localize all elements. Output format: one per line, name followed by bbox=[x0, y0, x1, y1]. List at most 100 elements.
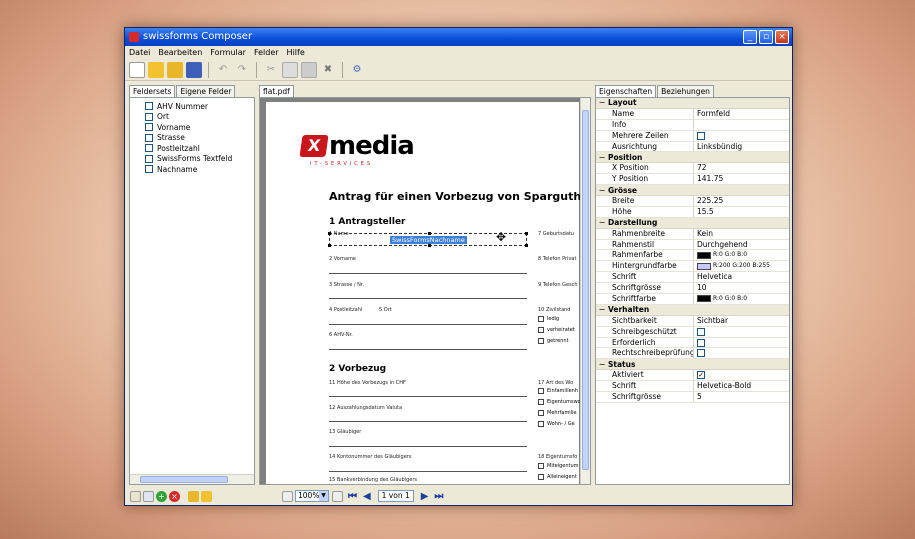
tab-feldersets[interactable]: Feldersets bbox=[129, 85, 176, 97]
group-verhalten[interactable]: − Verhalten bbox=[596, 304, 789, 316]
property-row[interactable]: Sichtbarkeit Sichtbar bbox=[596, 315, 789, 327]
group-layout[interactable]: − Layout bbox=[596, 98, 789, 109]
collapse-icon[interactable]: − bbox=[596, 98, 608, 107]
group-darstellung[interactable]: − Darstellung bbox=[596, 217, 789, 229]
scrollbar-thumb[interactable] bbox=[140, 476, 228, 483]
paste-icon[interactable] bbox=[301, 61, 317, 78]
checkbox-verheiratet[interactable]: verheiratet bbox=[538, 327, 575, 333]
list-icon[interactable] bbox=[143, 490, 154, 502]
resize-handle[interactable] bbox=[428, 244, 431, 247]
delete-icon[interactable]: ✖ bbox=[320, 62, 336, 78]
checkbox-einfamilienhaus[interactable]: Einfamilienh bbox=[538, 388, 578, 394]
checkbox-erforderlich[interactable] bbox=[697, 338, 705, 347]
tree-item-nachname[interactable]: Nachname bbox=[145, 164, 254, 175]
tree-item-swissforms-textfeld[interactable]: SwissForms Textfeld bbox=[145, 154, 254, 165]
checkbox-mehrere-zeilen[interactable] bbox=[697, 131, 705, 140]
resize-handle[interactable] bbox=[328, 232, 331, 235]
tab-beziehungen[interactable]: Beziehungen bbox=[657, 85, 714, 97]
new-document-icon[interactable] bbox=[129, 61, 145, 78]
first-page-icon[interactable]: ⏮ bbox=[348, 491, 357, 502]
property-row[interactable]: X Position 72 bbox=[596, 163, 789, 175]
last-page-icon[interactable]: ⏭ bbox=[434, 491, 443, 502]
checkbox-alleineigentum[interactable]: Alleineigent bbox=[538, 474, 577, 480]
property-row[interactable]: Breite 225.25 bbox=[596, 196, 789, 207]
prev-page-icon[interactable]: ◀ bbox=[363, 491, 371, 502]
resize-handle[interactable] bbox=[328, 244, 331, 247]
color-swatch[interactable] bbox=[697, 262, 711, 270]
copy-icon[interactable] bbox=[282, 61, 298, 78]
next-page-icon[interactable]: ▶ bbox=[421, 491, 429, 502]
tree-item-ort[interactable]: Ort bbox=[145, 112, 254, 123]
minimize-button[interactable]: _ bbox=[743, 30, 757, 44]
property-row[interactable]: Rechtschreibeprüfung bbox=[596, 348, 789, 360]
tab-eigene-felder[interactable]: Eigene Felder bbox=[176, 85, 236, 97]
property-row[interactable]: Info bbox=[596, 119, 789, 131]
save-icon[interactable] bbox=[186, 61, 202, 78]
checkbox-miteigentum[interactable]: Miteigentum bbox=[538, 463, 579, 469]
tree-item-ahv-nummer[interactable]: AHV Nummer bbox=[145, 101, 254, 112]
remove-icon[interactable]: × bbox=[169, 490, 180, 502]
property-row[interactable]: Rahmenbreite Kein bbox=[596, 228, 789, 240]
maximize-button[interactable]: ▫ bbox=[759, 30, 773, 44]
property-row[interactable]: Schriftgrösse 5 bbox=[596, 392, 789, 403]
checkbox-ledig[interactable]: ledig bbox=[538, 316, 559, 322]
property-row[interactable]: Hintergrundfarbe R:200 G:200 B:255 bbox=[596, 261, 789, 273]
resize-handle[interactable] bbox=[428, 232, 431, 235]
property-row[interactable]: Schriftfarbe R:0 G:0 B:0 bbox=[596, 294, 789, 305]
close-button[interactable]: × bbox=[775, 30, 789, 44]
collapse-icon[interactable]: − bbox=[596, 153, 608, 162]
property-row[interactable]: Schriftgrösse 10 bbox=[596, 283, 789, 295]
settings-icon[interactable]: ⚙ bbox=[349, 62, 365, 78]
horizontal-scrollbar[interactable] bbox=[130, 474, 254, 484]
menu-felder[interactable]: Felder bbox=[254, 46, 279, 59]
menu-formular[interactable]: Formular bbox=[210, 46, 246, 59]
move-icon[interactable]: ✥ bbox=[496, 230, 506, 244]
vertical-scrollbar[interactable] bbox=[580, 98, 590, 484]
cut-icon[interactable]: ✂ bbox=[263, 62, 279, 78]
checkbox-mehrfamilienhaus[interactable]: Mehrfamilie bbox=[538, 410, 577, 416]
open-folder-icon[interactable] bbox=[148, 61, 164, 78]
property-row[interactable]: Y Position 141.75 bbox=[596, 174, 789, 186]
checkbox-schreibgeschuetzt[interactable] bbox=[697, 327, 705, 336]
fit-page-icon[interactable] bbox=[332, 490, 343, 502]
property-row[interactable]: Schreibgeschützt bbox=[596, 326, 789, 338]
collapse-icon[interactable]: − bbox=[596, 305, 608, 314]
redo-icon[interactable]: ↷ bbox=[234, 62, 250, 78]
checkbox-aktiviert[interactable]: ✓ bbox=[697, 371, 705, 380]
page-indicator[interactable]: 1 von 1 bbox=[377, 490, 414, 502]
scrollbar-thumb[interactable] bbox=[582, 110, 589, 470]
tree-item-strasse[interactable]: Strasse bbox=[145, 133, 254, 144]
tab-flat-pdf[interactable]: flat.pdf bbox=[259, 85, 294, 97]
group-groesse[interactable]: − Grösse bbox=[596, 185, 789, 197]
property-row[interactable]: Rahmenstil Durchgehend bbox=[596, 239, 789, 251]
menu-bearbeiten[interactable]: Bearbeiten bbox=[158, 46, 202, 59]
color-swatch[interactable] bbox=[697, 295, 711, 303]
checkbox-getrennt[interactable]: getrennt bbox=[538, 338, 569, 344]
property-row[interactable]: Höhe 15.5 bbox=[596, 206, 789, 218]
resize-handle[interactable] bbox=[525, 244, 528, 247]
property-row[interactable]: Name Formfeld bbox=[596, 108, 789, 120]
zoom-select[interactable]: 100% ▼ bbox=[295, 490, 329, 502]
group-position[interactable]: − Position bbox=[596, 152, 789, 164]
checkbox-rechtschreibepruefung[interactable] bbox=[697, 349, 705, 358]
undo-icon[interactable]: ↶ bbox=[215, 62, 231, 78]
group-status[interactable]: − Status bbox=[596, 359, 789, 371]
collapse-icon[interactable]: − bbox=[596, 360, 608, 369]
collapse-icon[interactable]: − bbox=[596, 186, 608, 195]
property-row[interactable]: Schrift Helvetica bbox=[596, 272, 789, 284]
resize-handle[interactable] bbox=[525, 232, 528, 235]
collapse-icon[interactable]: − bbox=[596, 218, 608, 227]
checkbox-wohn-geschaeft[interactable]: Wohn- / Ge bbox=[538, 421, 575, 427]
property-row[interactable]: Rahmenfarbe R:0 G:0 B:0 bbox=[596, 250, 789, 262]
tab-eigenschaften[interactable]: Eigenschaften bbox=[595, 85, 657, 97]
tree-item-postleitzahl[interactable]: Postleitzahl bbox=[145, 143, 254, 154]
menu-datei[interactable]: Datei bbox=[129, 46, 150, 59]
tree-item-vorname[interactable]: Vorname bbox=[145, 122, 254, 133]
edit-icon[interactable] bbox=[130, 490, 141, 502]
page-icon[interactable] bbox=[282, 490, 293, 502]
property-row[interactable]: Ausrichtung Linksbündig bbox=[596, 141, 789, 153]
chevron-down-icon[interactable]: ▼ bbox=[319, 491, 328, 501]
menu-hilfe[interactable]: Hilfe bbox=[287, 46, 305, 59]
folder-icon[interactable] bbox=[167, 61, 183, 78]
property-row[interactable]: Aktiviert ✓ bbox=[596, 370, 789, 382]
